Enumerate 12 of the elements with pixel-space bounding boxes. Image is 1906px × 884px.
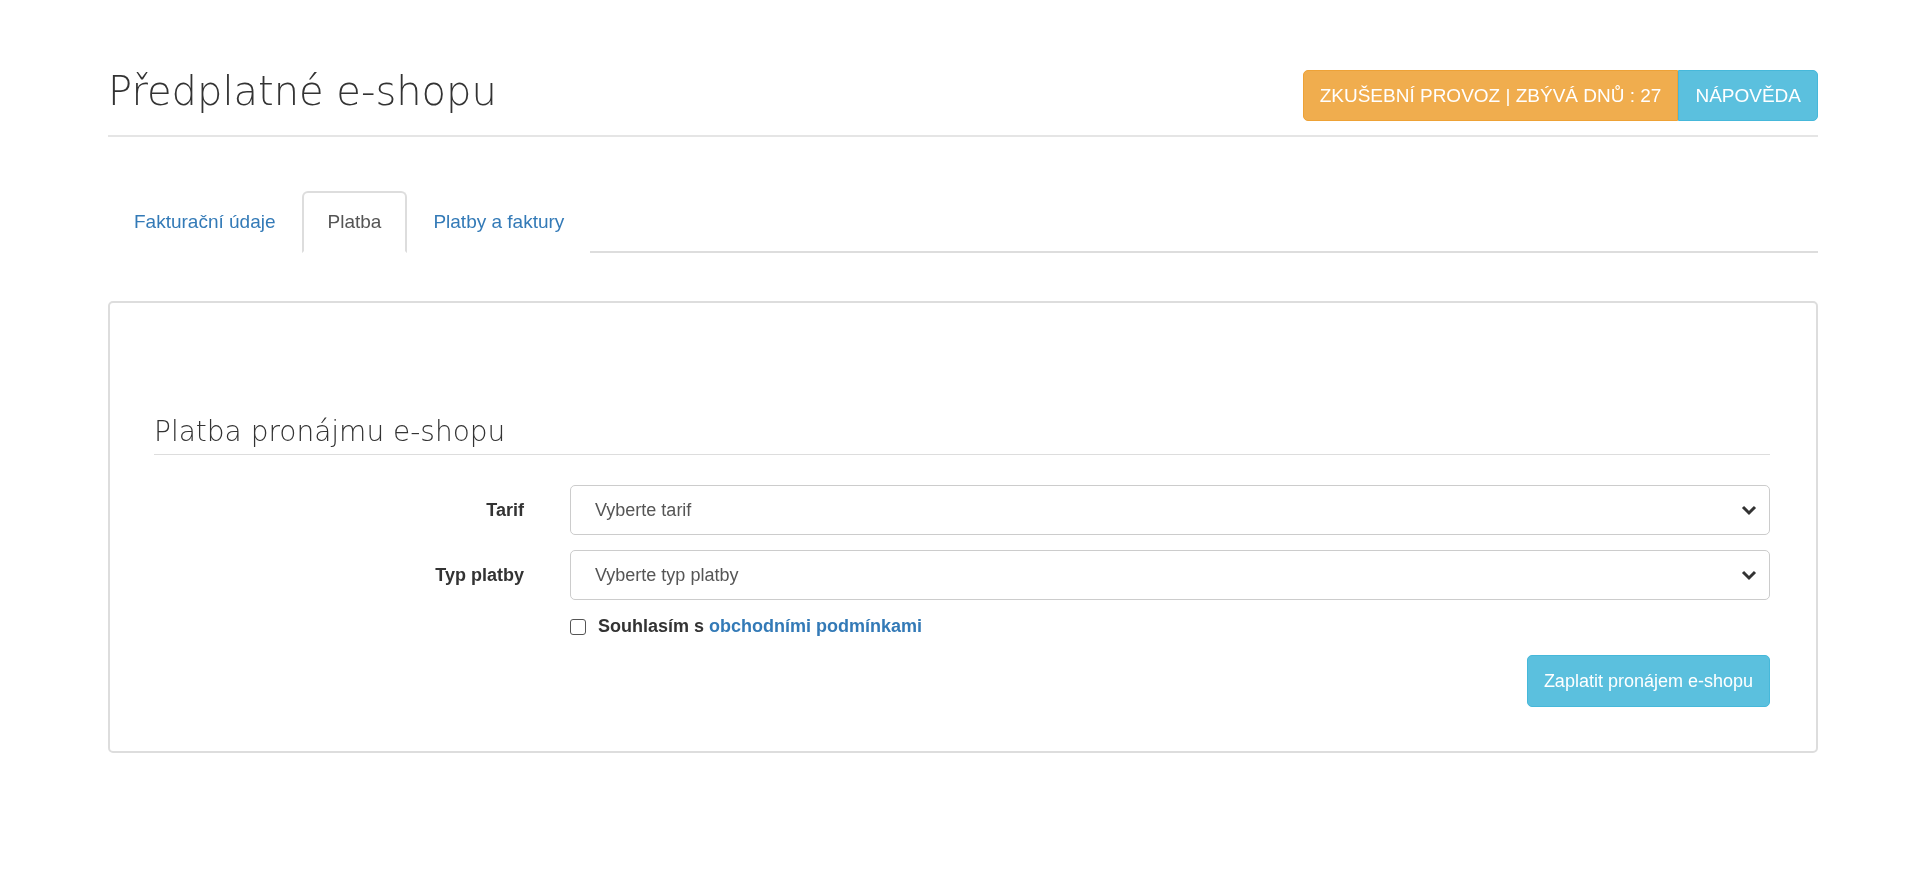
agree-checkbox[interactable] [570, 618, 586, 635]
section-title: Platba pronájmu e-shopu [154, 415, 1770, 455]
select-field[interactable]: Vyberte tarif [570, 485, 1770, 535]
chevron-down-icon [1741, 504, 1757, 516]
tab[interactable]: Platba [301, 191, 408, 253]
page-title: Předplatné e-shopu [108, 67, 497, 114]
chevron-down-icon [1741, 569, 1757, 581]
field-label: Typ platby [434, 564, 524, 586]
field-label: Tarif [485, 499, 524, 521]
terms-link[interactable]: obchodními podmínkami [709, 616, 923, 636]
agreement-text: Souhlasím s obchodními podmínkami [598, 616, 923, 637]
select-field[interactable]: Vyberte typ platby [570, 550, 1770, 600]
